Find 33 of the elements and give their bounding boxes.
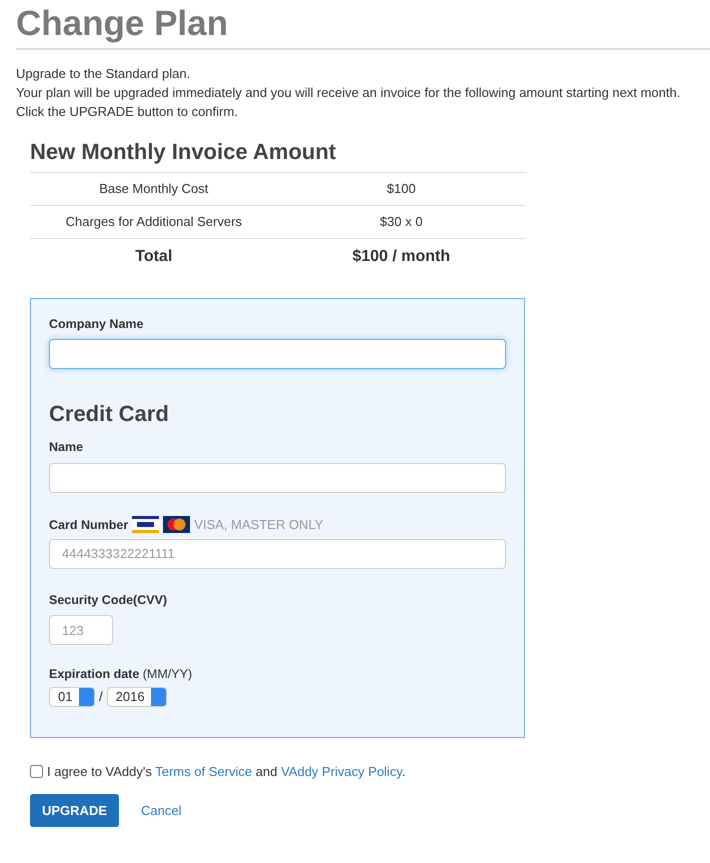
invoice-label: Charges for Additional Servers	[64, 212, 243, 231]
text-field[interactable]: 123	[49, 615, 113, 646]
intro-text: Your plan will be upgraded immediately and you will receive an invoice for the following amount starting next month.	[16, 84, 682, 102]
text-field[interactable]: 4444333322221111	[49, 538, 506, 569]
page-title: Change Plan	[16, 4, 229, 44]
invoice-title: New Monthly Invoice Amount	[30, 139, 337, 166]
cancel-link[interactable]: Cancel	[141, 800, 182, 820]
field-label: Name	[49, 439, 84, 456]
intro-text: Click the UPGRADE button to confirm.	[16, 103, 239, 122]
field-label: Card Number	[49, 516, 128, 534]
section-title: Credit Card	[49, 400, 170, 428]
invoice-amount: $30 x 0	[378, 212, 424, 231]
upgrade-button[interactable]: UPGRADE	[30, 794, 120, 828]
text-field[interactable]	[49, 463, 506, 494]
field-label: Expiration date (MM/YY)	[49, 666, 194, 684]
intro-text: Upgrade to the Standard plan.	[16, 65, 192, 84]
date-separator: /	[99, 688, 103, 706]
month-select[interactable]: 01	[49, 687, 95, 708]
credit-card-icon	[163, 516, 190, 534]
year-select[interactable]: 2016	[106, 687, 167, 708]
invoice-label: Base Monthly Cost	[98, 180, 210, 198]
invoice-amount: $100 / month	[351, 247, 452, 268]
field-label: Security Code(CVV)	[49, 592, 168, 609]
invoice-amount: $100	[386, 180, 417, 198]
text-field[interactable]	[49, 339, 506, 370]
card-note: VISA, MASTER ONLY	[194, 516, 324, 534]
field-label: Company Name	[49, 316, 144, 333]
checkbox[interactable]	[30, 765, 43, 778]
credit-card-icon	[132, 516, 160, 534]
privacy-link[interactable]: VAddy Privacy Policy	[280, 764, 402, 780]
terms-link[interactable]: Terms of Service	[155, 764, 252, 780]
agreement-text: I agree to VAddy's Terms of Service and VAddy Privacy Policy.	[47, 763, 406, 782]
invoice-label: Total	[134, 247, 174, 268]
